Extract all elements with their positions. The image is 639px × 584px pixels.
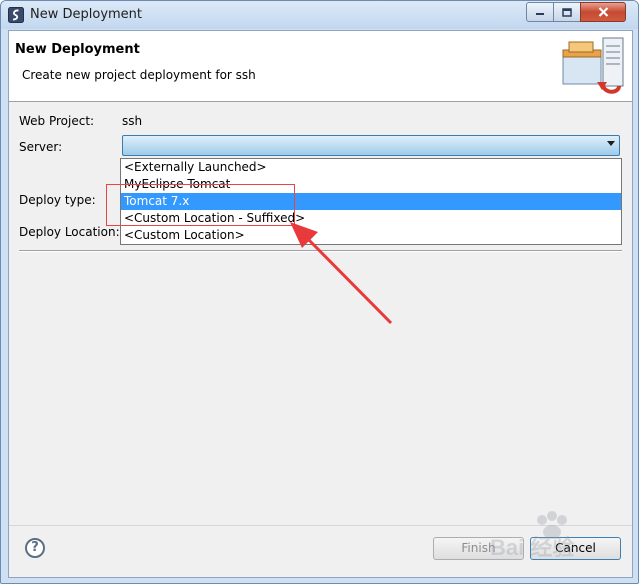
- title-bar[interactable]: New Deployment: [1, 1, 638, 29]
- deployment-banner-icon: [562, 37, 624, 94]
- cancel-button[interactable]: Cancel: [530, 537, 621, 560]
- minimize-button[interactable]: [526, 2, 554, 22]
- wizard-header: New Deployment Create new project deploy…: [9, 31, 632, 102]
- deploy-location-label: Deploy Location:: [19, 225, 120, 239]
- dialog-body: New Deployment Create new project deploy…: [8, 30, 633, 578]
- web-project-label: Web Project:: [19, 114, 95, 128]
- footer-divider: [9, 525, 632, 526]
- help-icon[interactable]: ?: [25, 538, 45, 558]
- server-label: Server:: [19, 140, 63, 154]
- maximize-icon: [562, 7, 572, 17]
- maximize-button[interactable]: [553, 2, 581, 22]
- deploy-type-label: Deploy type:: [19, 193, 96, 207]
- server-option-selected[interactable]: Tomcat 7.x: [121, 193, 621, 210]
- server-option[interactable]: <Custom Location - Suffixed>: [121, 210, 621, 227]
- server-option[interactable]: <Custom Location>: [121, 227, 621, 244]
- page-title: New Deployment: [15, 42, 140, 57]
- web-project-value: ssh: [122, 114, 143, 128]
- finish-button[interactable]: Finish: [433, 537, 524, 560]
- close-button[interactable]: [580, 2, 626, 22]
- server-select[interactable]: [122, 135, 620, 156]
- server-option[interactable]: MyEclipse Tomcat: [121, 176, 621, 193]
- dialog-window: New Deployment New Deployment Create new…: [0, 0, 639, 584]
- page-description: Create new project deployment for ssh: [22, 68, 256, 82]
- minimize-icon: [536, 13, 544, 15]
- server-dropdown-list: <Externally Launched> MyEclipse Tomcat T…: [120, 158, 622, 245]
- close-icon: [598, 7, 608, 17]
- eclipse-app-icon: [8, 7, 24, 23]
- chevron-down-icon[interactable]: [607, 141, 615, 146]
- window-title: New Deployment: [30, 7, 143, 22]
- server-option[interactable]: <Externally Launched>: [121, 159, 621, 176]
- section-divider: [19, 250, 622, 252]
